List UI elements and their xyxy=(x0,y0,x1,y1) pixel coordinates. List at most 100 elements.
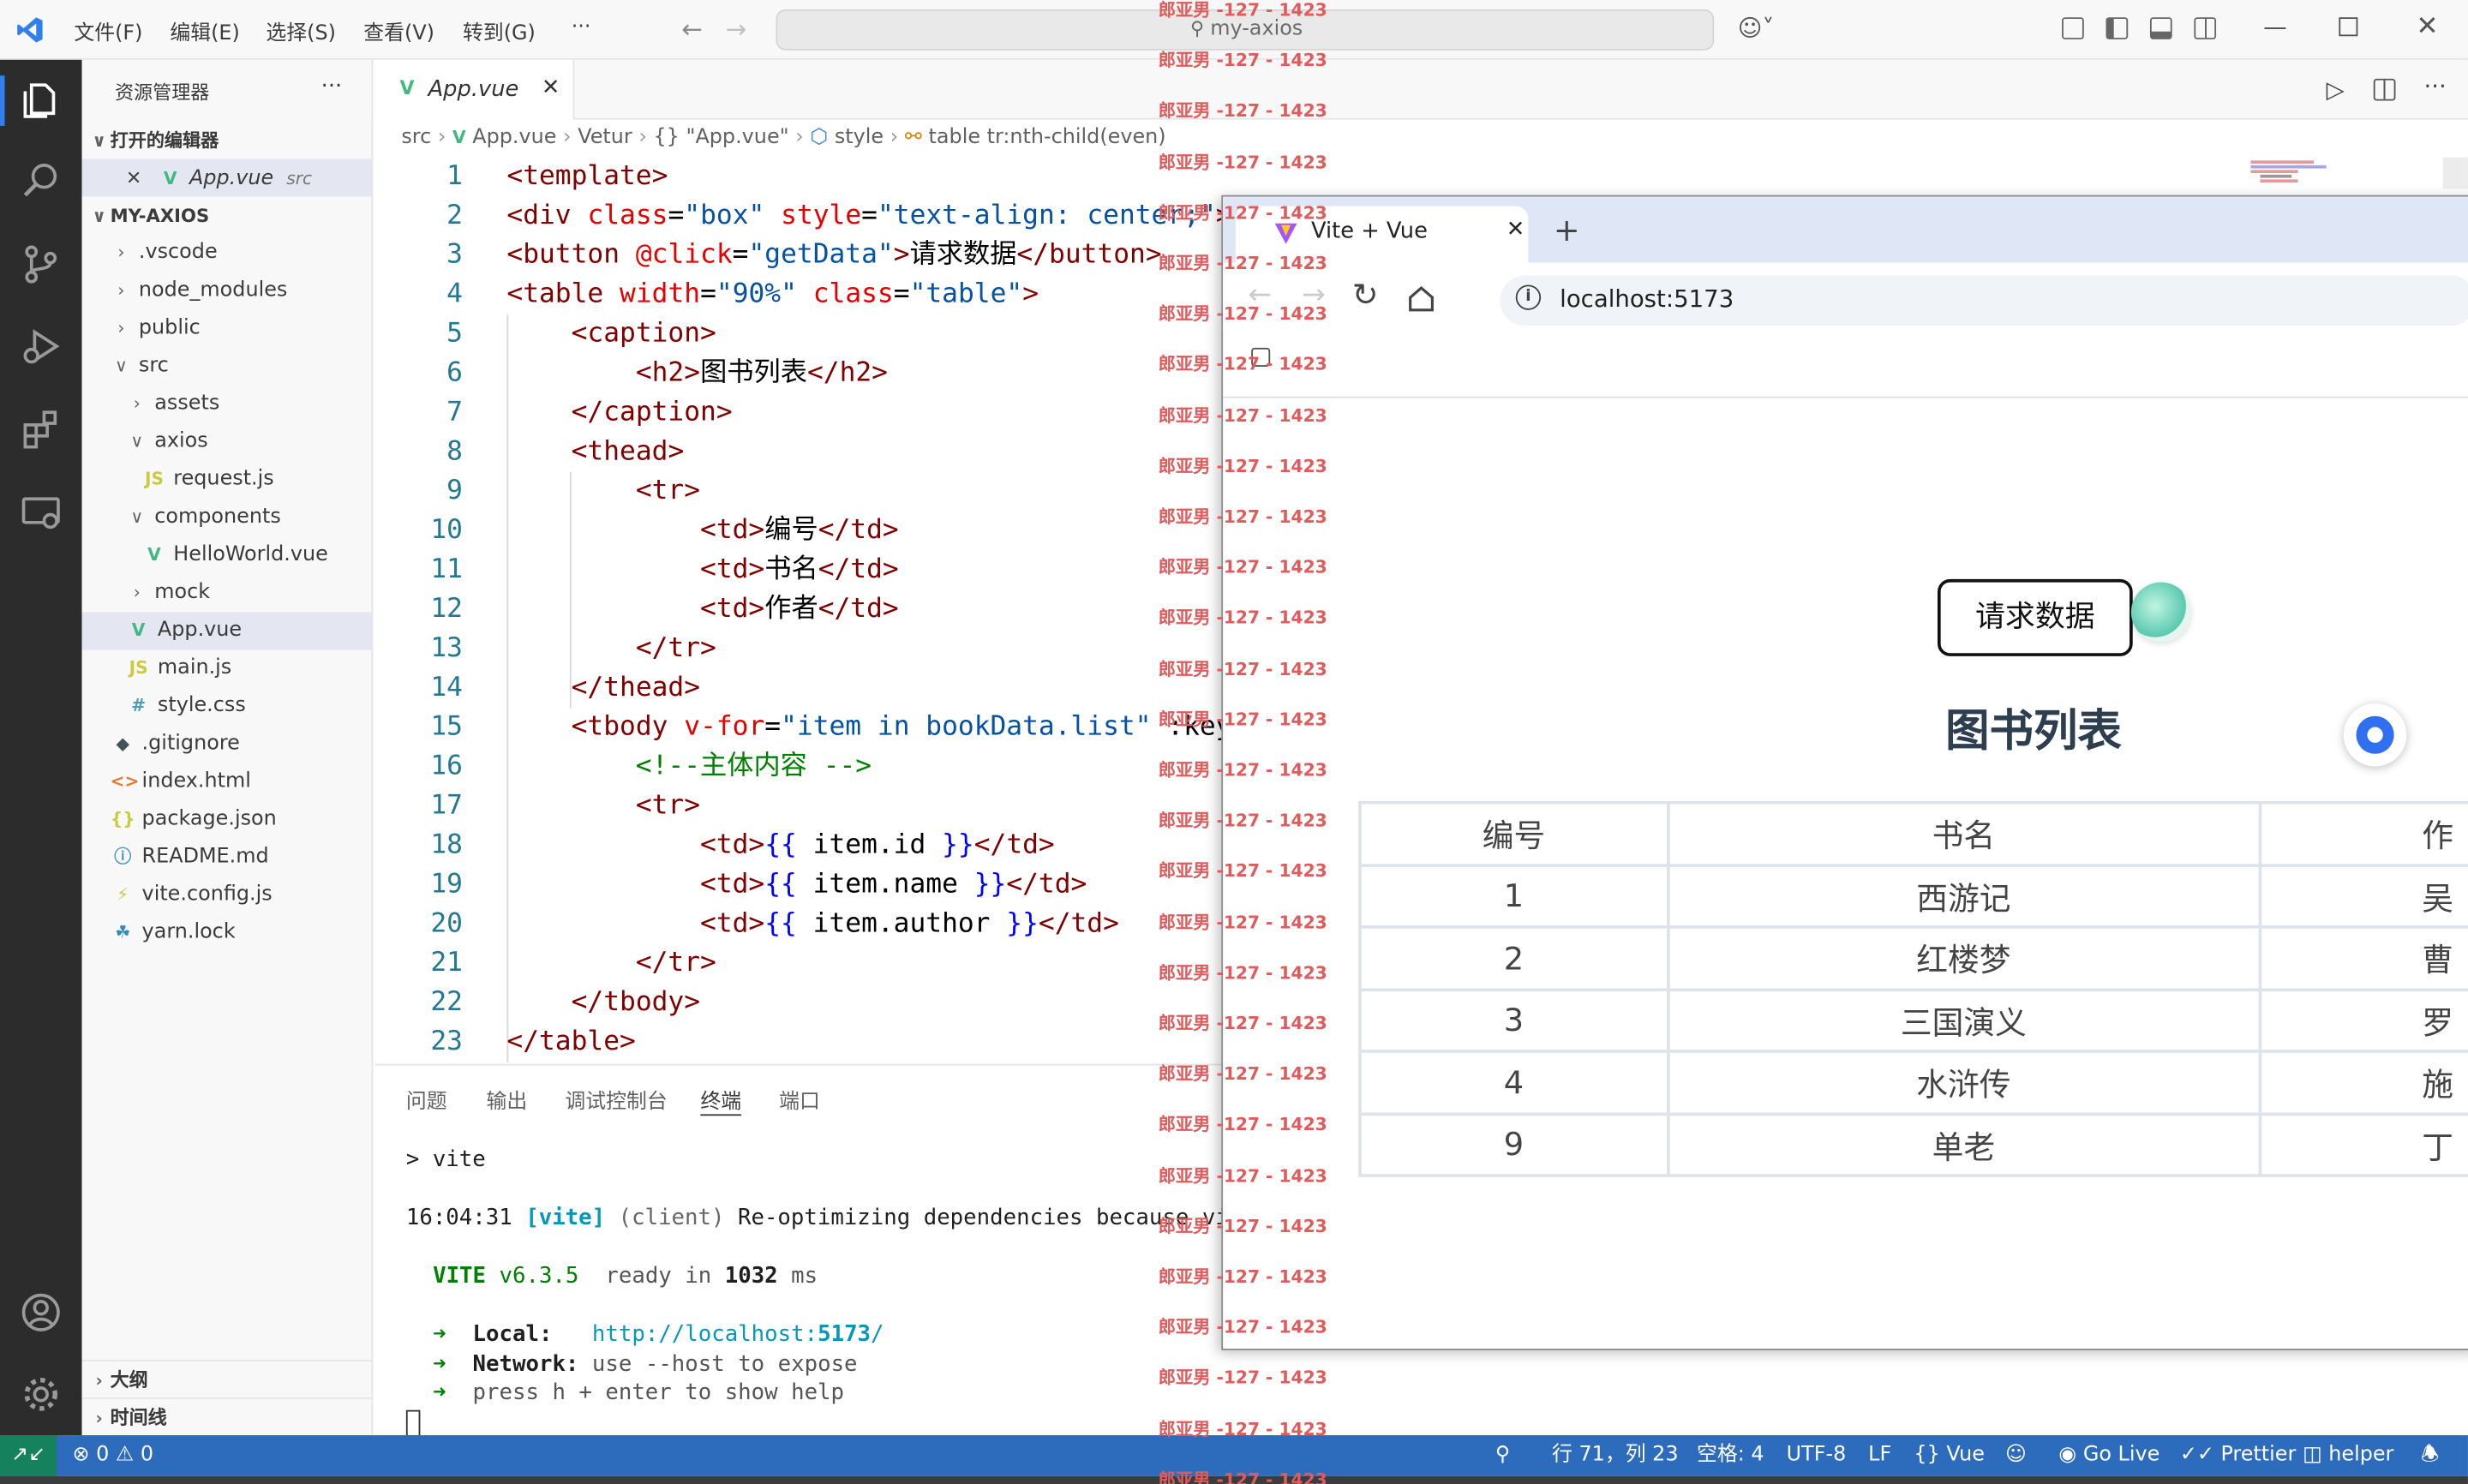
git-file-icon: ◆ xyxy=(116,733,130,754)
customize-layout-icon[interactable] xyxy=(2062,17,2084,39)
close-window-icon[interactable]: ✕ xyxy=(2416,11,2438,43)
back-arrow-icon[interactable]: ← xyxy=(681,15,703,45)
split-editor-icon[interactable] xyxy=(2373,78,2396,101)
indentation[interactable]: 空格: 4 xyxy=(1697,1435,1764,1476)
warning-count: 0 xyxy=(140,1443,154,1467)
close-tab-icon[interactable]: ✕ xyxy=(542,75,560,100)
local-url[interactable]: http://localhost:5173/ xyxy=(592,1322,884,1347)
timeline-section[interactable]: › 时间线 xyxy=(82,1399,374,1437)
toggle-sidebar-icon[interactable] xyxy=(2106,17,2129,39)
file-tree-item[interactable]: {} package.json xyxy=(82,801,374,839)
source-control-icon[interactable] xyxy=(19,242,63,286)
file-tree-item[interactable]: V HelloWorld.vue xyxy=(82,536,374,574)
menu-edit[interactable]: 编辑(E) xyxy=(170,15,239,46)
remote-indicator-icon[interactable]: ↗↙ xyxy=(0,1435,57,1476)
cursor-position[interactable]: 行 71，列 23 xyxy=(1552,1435,1679,1476)
floating-action-button[interactable] xyxy=(2343,703,2407,767)
project-section[interactable]: ∨ MY-AXIOS xyxy=(82,197,374,235)
panel-tab-terminal[interactable]: 终端 xyxy=(700,1084,741,1115)
panel-tab-ports[interactable]: 端口 xyxy=(779,1084,820,1115)
problems-indicator[interactable]: ⊗ 0 ⚠ 0 xyxy=(72,1435,153,1476)
open-editors-section[interactable]: ∨ 打开的编辑器 xyxy=(82,121,374,159)
file-tree-item[interactable]: › public xyxy=(82,310,374,348)
end-of-line[interactable]: LF xyxy=(1868,1435,1891,1476)
address-bar[interactable]: i localhost:5173 xyxy=(1500,275,2468,326)
file-tree-item[interactable]: › node_modules xyxy=(82,272,374,310)
editor-scrollbar[interactable] xyxy=(2442,157,2468,189)
run-icon[interactable]: ▷ xyxy=(2327,75,2345,104)
editor-tab-app-vue[interactable]: V App.vue ✕ xyxy=(374,59,575,120)
outline-section[interactable]: › 大纲 xyxy=(82,1361,374,1399)
language-mode[interactable]: {} Vue xyxy=(1914,1435,1985,1476)
toggle-secondary-sidebar-icon[interactable] xyxy=(2194,17,2217,39)
menu-selection[interactable]: 选择(S) xyxy=(266,15,336,46)
menu-go[interactable]: 转到(G) xyxy=(463,15,536,46)
watermark-text: 郎亚男 -127 - 1423 xyxy=(1158,1317,1327,1338)
extensions-icon[interactable] xyxy=(19,408,63,452)
file-tree-item[interactable]: ⚡ vite.config.js xyxy=(82,877,374,914)
file-tree-item[interactable]: ⓘ README.md xyxy=(82,839,374,877)
file-tree-item[interactable]: JS request.js xyxy=(82,461,374,499)
restore-icon[interactable] xyxy=(2339,17,2358,37)
terminal-cursor[interactable] xyxy=(405,1409,421,1437)
notifications-bell-icon[interactable]: 🕭 xyxy=(2421,1435,2439,1476)
file-tree-item[interactable]: › assets xyxy=(82,386,374,423)
remote-explorer-icon[interactable] xyxy=(19,491,63,535)
toggle-panel-icon[interactable] xyxy=(2149,17,2172,39)
minimap[interactable] xyxy=(2250,158,2329,192)
file-tree-item[interactable]: ☘ yarn.lock xyxy=(82,914,374,952)
breadcrumb-style[interactable]: style xyxy=(835,126,884,150)
helper-button[interactable]: ◫ helper xyxy=(2303,1435,2393,1476)
file-tree-item[interactable]: › mock xyxy=(82,574,374,612)
open-editor-item[interactable]: ✕ V App.vue src xyxy=(81,159,374,197)
book-table: 编号 书名作 1 西游记吴 2 红楼梦曹 3 三国演义罗 4 水浒传施 9 单老丁 xyxy=(1358,800,2468,1177)
sidebar-more-button[interactable]: ··· xyxy=(321,74,343,99)
breadcrumb-file[interactable]: App.vue xyxy=(472,126,556,150)
minimize-icon[interactable]: — xyxy=(2263,13,2287,41)
breadcrumb-vetur[interactable]: Vetur xyxy=(578,126,632,150)
file-tree-item[interactable]: ◆ .gitignore xyxy=(82,726,374,763)
watermark-text: 郎亚男 -127 - 1423 xyxy=(1158,152,1327,173)
panel-tab-problems[interactable]: 问题 xyxy=(406,1084,447,1115)
copilot-icon[interactable]: ☺˅ xyxy=(1738,15,1775,43)
more-actions-icon[interactable]: ··· xyxy=(2424,72,2447,100)
file-tree-item[interactable]: › .vscode xyxy=(82,235,374,272)
zoom-icon[interactable]: ⚲ xyxy=(1495,1435,1511,1476)
file-tree-item[interactable]: <> index.html xyxy=(82,763,374,801)
code-editor[interactable]: <template> <div class="box" style="text-a… xyxy=(506,158,1225,1062)
panel-tab-debug-console[interactable]: 调试控制台 xyxy=(565,1084,667,1115)
file-tree-item[interactable]: ∨ axios xyxy=(82,423,374,461)
forward-arrow-icon[interactable]: → xyxy=(726,15,747,45)
golive-button[interactable]: ◉ Go Live xyxy=(2058,1435,2160,1476)
home-icon[interactable] xyxy=(1407,284,1435,313)
file-tree-item[interactable]: ∨ src xyxy=(82,348,374,386)
prettier-button[interactable]: ✓✓ Prettier xyxy=(2180,1435,2296,1476)
breadcrumb-selector[interactable]: table tr:nth-child(even) xyxy=(929,126,1166,150)
request-data-button[interactable]: 请求数据 xyxy=(1937,578,2133,656)
menu-view[interactable]: 查看(V) xyxy=(363,15,434,46)
reload-icon[interactable]: ↻ xyxy=(1352,275,1379,313)
file-tree-item[interactable]: JS main.js xyxy=(82,650,374,688)
settings-gear-icon[interactable] xyxy=(19,1373,63,1416)
breadcrumb-src[interactable]: src xyxy=(401,126,431,150)
menu-more[interactable]: ··· xyxy=(572,15,591,39)
panel-tab-output[interactable]: 输出 xyxy=(487,1084,528,1115)
close-tab-icon[interactable]: ✕ xyxy=(1507,217,1525,242)
new-tab-icon[interactable]: + xyxy=(1554,211,1580,248)
line-number: 18 xyxy=(430,829,463,861)
terminal-command: > vite xyxy=(405,1146,486,1173)
close-editor-icon[interactable]: ✕ xyxy=(126,167,141,189)
run-debug-icon[interactable] xyxy=(19,324,63,368)
search-icon[interactable] xyxy=(19,159,63,203)
menu-file[interactable]: 文件(F) xyxy=(74,15,142,46)
breadcrumb-object[interactable]: {} "App.vue" xyxy=(653,126,788,150)
site-info-icon[interactable]: i xyxy=(1515,284,1542,310)
file-tree-item[interactable]: V App.vue xyxy=(81,612,374,650)
encoding[interactable]: UTF-8 xyxy=(1787,1435,1847,1476)
assistant-float-icon[interactable] xyxy=(2130,582,2191,643)
file-tree-item[interactable]: # style.css xyxy=(82,688,374,726)
copilot-status-icon[interactable]: ☺ xyxy=(2005,1435,2027,1476)
account-icon[interactable] xyxy=(19,1290,63,1334)
explorer-icon[interactable] xyxy=(19,79,63,123)
file-tree-item[interactable]: ∨ components xyxy=(82,499,374,536)
